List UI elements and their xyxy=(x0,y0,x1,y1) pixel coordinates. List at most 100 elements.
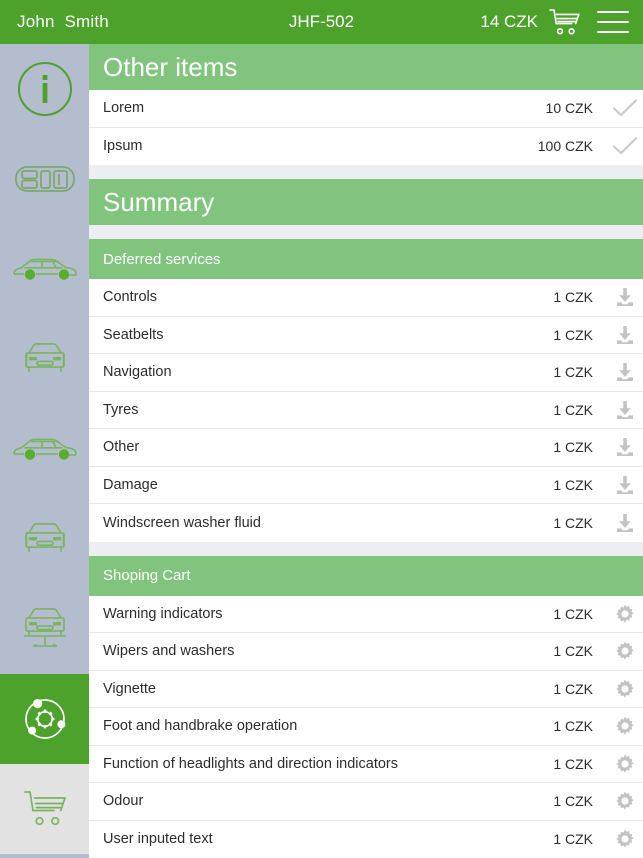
cart-total: 14 CZK xyxy=(480,12,538,31)
download-icon[interactable] xyxy=(607,324,643,346)
gear-icon[interactable] xyxy=(607,790,643,812)
section-title: Other items xyxy=(103,51,238,82)
sidebar-item-info[interactable] xyxy=(0,44,89,134)
table-row[interactable]: Controls 1 CZK xyxy=(89,279,643,317)
table-row[interactable]: Damage 1 CZK xyxy=(89,466,643,504)
gear-icon[interactable] xyxy=(607,640,643,662)
download-icon[interactable] xyxy=(607,474,643,496)
row-price: 1 CZK xyxy=(553,326,593,343)
check-icon[interactable] xyxy=(607,136,643,156)
section-title: Summary xyxy=(103,186,215,217)
gear-icon[interactable] xyxy=(607,753,643,775)
row-price: 10 CZK xyxy=(545,100,593,117)
table-row[interactable]: Other 1 CZK xyxy=(89,429,643,467)
sidebar-item-side-two[interactable] xyxy=(0,404,89,494)
spacer xyxy=(89,165,643,179)
row-label: Tyres xyxy=(103,401,139,418)
gear-orbit-icon xyxy=(16,691,74,747)
row-price: 1 CZK xyxy=(553,718,593,735)
info-circle-icon xyxy=(17,61,73,117)
table-row[interactable]: Function of headlights and direction ind… xyxy=(89,745,643,783)
row-price: 1 CZK xyxy=(553,439,593,456)
check-icon[interactable] xyxy=(607,98,643,118)
section-rows-other-items: Lorem 10 CZK Ipsum 100 CZK xyxy=(89,90,643,165)
app-root: John Smith JHF-502 14 CZK Other items Lo… xyxy=(0,0,643,858)
table-row[interactable]: Vignette 1 CZK xyxy=(89,670,643,708)
row-price: 1 CZK xyxy=(553,401,593,418)
table-row[interactable]: Windscreen washer fluid 1 CZK xyxy=(89,504,643,542)
row-price: 1 CZK xyxy=(553,289,593,306)
shopping-cart-icon[interactable] xyxy=(547,7,581,37)
row-label: Controls xyxy=(103,289,157,306)
content-area: Other items Lorem 10 CZK Ipsum 100 CZK S… xyxy=(89,44,643,858)
row-label: Other xyxy=(103,439,140,456)
car-side-icon xyxy=(11,434,79,464)
row-label: User inputed text xyxy=(103,831,213,848)
vehicle-plate: JHF-502 xyxy=(288,12,355,31)
row-price: 100 CZK xyxy=(537,138,593,155)
row-label: Wipers and washers xyxy=(103,643,235,660)
car-interior-icon xyxy=(14,162,76,196)
row-label: Ipsum xyxy=(103,138,143,155)
gear-icon[interactable] xyxy=(607,828,643,850)
section-header-deferred-services: Deferred services xyxy=(89,239,643,279)
burger-line xyxy=(597,21,629,23)
burger-line xyxy=(597,31,629,33)
row-label: Seatbelts xyxy=(103,326,164,343)
sidebar-item-front-two[interactable] xyxy=(0,494,89,584)
row-label: Function of headlights and direction ind… xyxy=(103,755,399,772)
table-row[interactable]: Ipsum 100 CZK xyxy=(89,127,643,165)
section-title: Deferred services xyxy=(103,250,221,268)
shopping-cart-icon xyxy=(22,788,68,830)
gear-icon[interactable] xyxy=(607,603,643,625)
row-price: 1 CZK xyxy=(553,476,593,493)
car-on-lift-icon xyxy=(19,605,71,653)
row-price: 1 CZK xyxy=(553,643,593,660)
top-bar: John Smith JHF-502 14 CZK xyxy=(0,0,643,44)
sidebar-item-dashboard[interactable] xyxy=(0,134,89,224)
table-row[interactable]: Seatbelts 1 CZK xyxy=(89,316,643,354)
gear-icon[interactable] xyxy=(607,678,643,700)
table-row[interactable]: Lorem 10 CZK xyxy=(89,90,643,128)
row-price: 1 CZK xyxy=(553,364,593,381)
row-price: 1 CZK xyxy=(553,680,593,697)
row-price: 1 CZK xyxy=(553,831,593,848)
burger-line xyxy=(597,11,629,13)
row-price: 1 CZK xyxy=(553,755,593,772)
car-side-icon xyxy=(11,254,79,284)
table-row[interactable]: Tyres 1 CZK xyxy=(89,391,643,429)
gear-icon[interactable] xyxy=(607,715,643,737)
table-row[interactable]: Odour 1 CZK xyxy=(89,783,643,821)
download-icon[interactable] xyxy=(607,512,643,534)
row-label: Foot and handbrake operation xyxy=(103,718,298,735)
section-header-shoping-cart: Shoping Cart xyxy=(89,555,643,596)
car-front-icon xyxy=(21,340,69,378)
download-icon[interactable] xyxy=(607,436,643,458)
download-icon[interactable] xyxy=(607,399,643,421)
table-row[interactable]: Warning indicators 1 CZK xyxy=(89,595,643,633)
row-label: Navigation xyxy=(103,364,172,381)
table-row[interactable]: Navigation 1 CZK xyxy=(89,354,643,392)
table-row[interactable]: User inputed text 1 CZK xyxy=(89,820,643,858)
section-rows-shoping-cart: Warning indicators 1 CZK Wipers and wash… xyxy=(89,595,643,858)
body-split: Other items Lorem 10 CZK Ipsum 100 CZK S… xyxy=(0,44,643,858)
row-label: Odour xyxy=(103,793,144,810)
spacer xyxy=(89,225,643,239)
section-title: Shoping Cart xyxy=(103,567,191,584)
row-price: 1 CZK xyxy=(553,793,593,810)
sidebar-item-front[interactable] xyxy=(0,314,89,404)
row-label: Warning indicators xyxy=(103,605,223,622)
table-row[interactable]: Foot and handbrake operation 1 CZK xyxy=(89,708,643,746)
car-front-icon xyxy=(21,520,69,558)
sidebar-item-underbody[interactable] xyxy=(0,584,89,674)
table-row[interactable]: Wipers and washers 1 CZK xyxy=(89,633,643,671)
sidebar-item-cart[interactable] xyxy=(0,764,89,854)
row-label: Lorem xyxy=(103,100,145,117)
sidebar-item-exterior-side[interactable] xyxy=(0,224,89,314)
download-icon[interactable] xyxy=(607,361,643,383)
row-label: Windscreen washer fluid xyxy=(103,514,261,531)
row-price: 1 CZK xyxy=(553,605,593,622)
sidebar-item-services[interactable] xyxy=(0,674,89,764)
hamburger-menu-icon[interactable] xyxy=(597,11,629,33)
download-icon[interactable] xyxy=(607,286,643,308)
